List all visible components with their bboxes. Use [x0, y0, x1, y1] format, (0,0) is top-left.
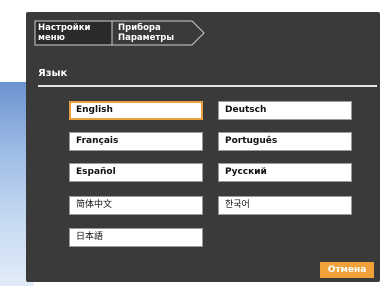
language-option-german[interactable]: Deutsch [218, 101, 352, 120]
section-title-language: Язык [38, 68, 68, 79]
breadcrumb-item-device-parameters[interactable]: Прибора Параметры [118, 23, 174, 43]
language-option-french[interactable]: Français [69, 132, 203, 151]
language-option-spanish[interactable]: Español [69, 163, 203, 182]
breadcrumb: Настройки меню Прибора Параметры [34, 20, 206, 46]
breadcrumb-item-menu-settings[interactable]: Настройки меню [38, 23, 90, 43]
language-option-korean[interactable]: 한국어 [218, 196, 352, 215]
language-option-portuguese[interactable]: Português [218, 132, 352, 151]
language-option-japanese[interactable]: 日本語 [69, 228, 203, 247]
language-option-chinese[interactable]: 简体中文 [69, 196, 203, 215]
section-divider [38, 85, 377, 87]
language-option-english[interactable]: English [69, 101, 203, 120]
cancel-button[interactable]: Отмена [320, 262, 374, 278]
language-option-russian[interactable]: Русский [218, 163, 352, 182]
